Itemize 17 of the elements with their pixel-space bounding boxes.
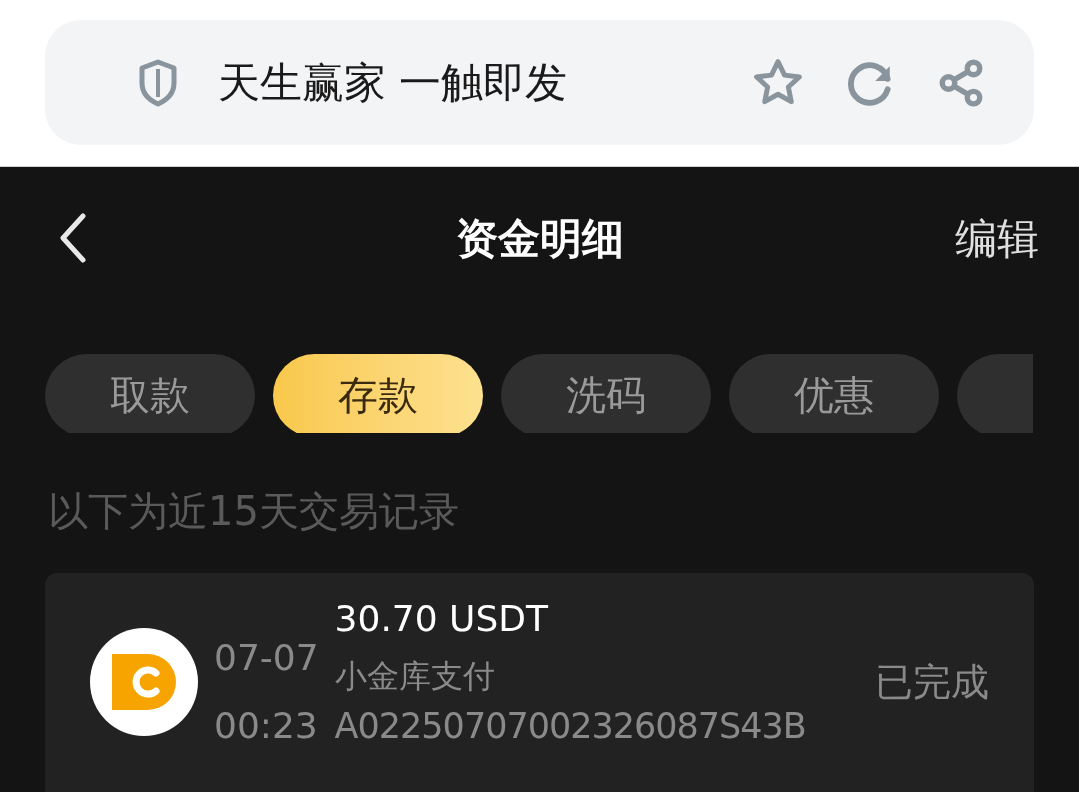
tab[interactable]: 洗码 xyxy=(501,353,711,433)
record-time: 00:23 xyxy=(214,704,319,749)
shield-icon xyxy=(138,58,178,107)
edit-button[interactable]: 编辑 xyxy=(955,206,1039,270)
tab[interactable]: 存款 xyxy=(273,353,483,433)
tab[interactable]: 取款 xyxy=(45,353,255,433)
record-date: 07-07 xyxy=(214,636,319,681)
order-id: A02250707002326087S43B xyxy=(334,705,806,749)
page-title: 天生赢家 一触即发 xyxy=(218,57,569,110)
record-amount: 30.70 USDT xyxy=(334,597,550,642)
address-bar[interactable]: 天生赢家 一触即发 xyxy=(45,20,1034,146)
record-status: 已完成 xyxy=(875,658,989,706)
header-title: 资金明细 xyxy=(455,212,624,265)
payment-method: 小金库支付 xyxy=(334,656,496,698)
notice-text: 以下为近15天交易记录 xyxy=(48,486,460,536)
tab[interactable]: 优惠 xyxy=(729,353,939,433)
record-card[interactable]: 07-07 00:23 30.70 USDT 小金库支付 A02250707002326087S43B 已完成 xyxy=(45,572,1034,792)
